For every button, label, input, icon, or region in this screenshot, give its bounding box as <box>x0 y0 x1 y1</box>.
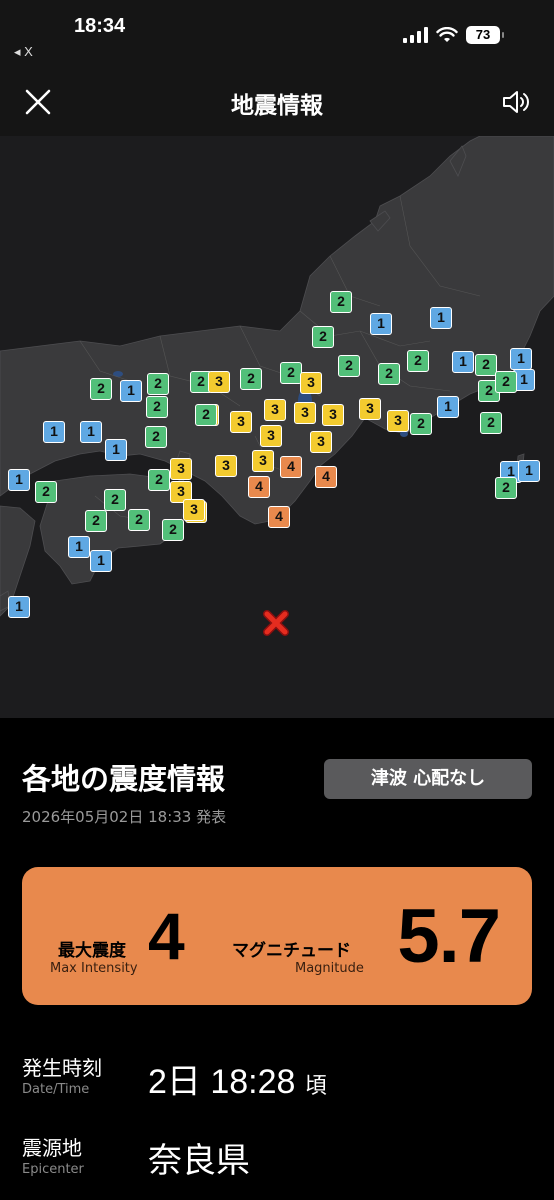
datetime-label: 発生時刻 <box>22 1056 102 1080</box>
datetime-main: 2日 18:28 <box>148 1063 296 1101</box>
datetime-sub: Date/Time <box>22 1082 90 1097</box>
intensity-marker: 2 <box>312 326 334 348</box>
intensity-marker: 2 <box>147 373 169 395</box>
intensity-marker: 3 <box>300 372 322 394</box>
intensity-marker: 4 <box>280 456 302 478</box>
header: 地震情報 <box>0 70 554 136</box>
battery-icon: 73 <box>466 26 504 44</box>
intensity-marker: 2 <box>90 378 112 400</box>
intensity-marker: 1 <box>80 421 102 443</box>
intensity-marker: 2 <box>280 362 302 384</box>
intensity-marker: 3 <box>260 425 282 447</box>
intensity-marker: 1 <box>120 380 142 402</box>
back-to-app-link[interactable]: ◂ X <box>14 44 33 60</box>
section-title: 各地の震度情報 <box>22 762 226 796</box>
magnitude-value: 5.7 <box>397 894 501 979</box>
magnitude-sub: Magnitude <box>295 961 364 976</box>
intensity-marker: 2 <box>128 509 150 531</box>
intensity-marker: 1 <box>518 460 540 482</box>
intensity-marker: 3 <box>264 399 286 421</box>
intensity-marker: 2 <box>146 396 168 418</box>
issued-time: 2026年05月02日 18:33 発表 <box>22 808 227 826</box>
intensity-marker: 2 <box>162 519 184 541</box>
epicenter-label: 震源地 <box>22 1136 82 1160</box>
intensity-marker: 1 <box>8 469 30 491</box>
intensity-marker: 1 <box>430 307 452 329</box>
max-intensity-value: 4 <box>148 899 185 973</box>
intensity-marker: 3 <box>183 499 205 521</box>
intensity-marker: 2 <box>104 489 126 511</box>
intensity-map[interactable]: 2112212221212232232221112333333221233331… <box>0 136 554 718</box>
speaker-icon[interactable] <box>500 85 534 119</box>
page-title: 地震情報 <box>231 93 323 119</box>
intensity-marker: 1 <box>510 348 532 370</box>
intensity-marker: 2 <box>145 426 167 448</box>
intensity-marker: 2 <box>378 363 400 385</box>
epicenter-sub: Epicenter <box>22 1162 84 1177</box>
datetime-value: 2日 18:28 頃 <box>148 1054 327 1103</box>
intensity-marker: 1 <box>452 351 474 373</box>
intensity-marker: 3 <box>252 450 274 472</box>
intensity-marker: 2 <box>495 371 517 393</box>
intensity-marker: 2 <box>480 412 502 434</box>
datetime-suffix: 頃 <box>304 1073 327 1098</box>
intensity-marker: 2 <box>495 477 517 499</box>
max-intensity-label: 最大震度 <box>58 941 126 961</box>
summary-card: 最大震度 Max Intensity 4 マグニチュード Magnitude 5… <box>22 867 532 1005</box>
intensity-marker: 2 <box>240 368 262 390</box>
info-panel: 各地の震度情報 津波 心配なし 2026年05月02日 18:33 発表 最大震… <box>0 718 554 1200</box>
intensity-marker: 2 <box>330 291 352 313</box>
status-time: 18:34 <box>74 15 126 37</box>
intensity-marker: 2 <box>195 404 217 426</box>
intensity-marker: 3 <box>230 411 252 433</box>
intensity-marker: 2 <box>410 413 432 435</box>
intensity-marker: 1 <box>90 550 112 572</box>
intensity-marker: 3 <box>170 458 192 480</box>
intensity-marker: 1 <box>370 313 392 335</box>
epicenter-value: 奈良県 <box>148 1142 250 1180</box>
intensity-marker: 4 <box>248 476 270 498</box>
intensity-marker: 4 <box>315 466 337 488</box>
intensity-marker: 1 <box>105 439 127 461</box>
intensity-marker: 3 <box>359 398 381 420</box>
intensity-marker: 2 <box>148 469 170 491</box>
intensity-marker: 1 <box>8 596 30 618</box>
intensity-marker: 2 <box>338 355 360 377</box>
epicenter-icon <box>263 610 289 636</box>
intensity-marker: 1 <box>43 421 65 443</box>
intensity-marker: 2 <box>407 350 429 372</box>
max-intensity-sub: Max Intensity <box>50 961 138 976</box>
wifi-icon <box>436 27 458 42</box>
status-icons: 73 <box>403 26 504 44</box>
intensity-marker: 3 <box>322 404 344 426</box>
intensity-marker: 3 <box>208 371 230 393</box>
magnitude-label: マグニチュード <box>232 941 351 961</box>
tsunami-badge: 津波 心配なし <box>324 759 532 799</box>
intensity-marker: 3 <box>215 455 237 477</box>
intensity-marker: 1 <box>68 536 90 558</box>
intensity-marker: 3 <box>310 431 332 453</box>
intensity-marker: 1 <box>437 396 459 418</box>
signal-icon <box>403 27 428 43</box>
intensity-marker: 2 <box>475 354 497 376</box>
intensity-marker: 2 <box>35 481 57 503</box>
status-bar: 18:34 ◂ X 73 <box>0 0 554 70</box>
intensity-marker: 4 <box>268 506 290 528</box>
intensity-marker: 2 <box>85 510 107 532</box>
intensity-marker: 3 <box>294 402 316 424</box>
intensity-marker: 3 <box>387 410 409 432</box>
